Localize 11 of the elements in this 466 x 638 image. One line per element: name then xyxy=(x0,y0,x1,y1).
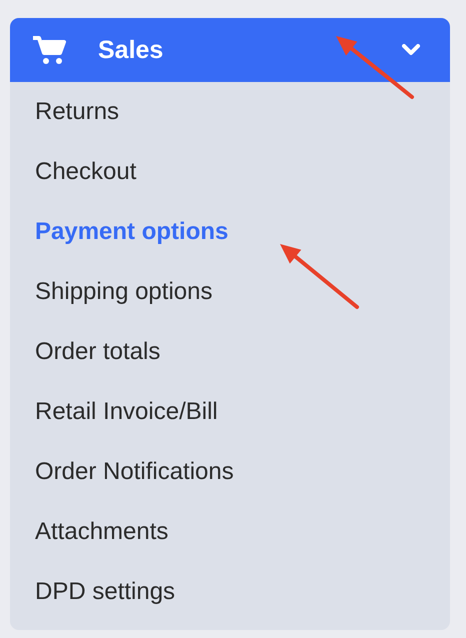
menu-item[interactable]: Order Notifications xyxy=(35,442,234,502)
menu-item[interactable]: Order totals xyxy=(35,322,160,382)
menu-item[interactable]: DPD settings xyxy=(35,562,176,622)
menu-item[interactable]: Attachments xyxy=(35,502,168,562)
chevron-icon xyxy=(402,44,420,56)
cart-icon xyxy=(32,35,66,65)
menu-header[interactable]: Sales xyxy=(10,18,450,82)
menu-item[interactable]: Returns xyxy=(35,82,120,142)
menu-item[interactable]: Shipping options xyxy=(35,262,212,322)
menu-item[interactable]: Retail Invoice/Bill xyxy=(35,382,218,442)
menu-item[interactable]: Checkout xyxy=(35,142,136,202)
